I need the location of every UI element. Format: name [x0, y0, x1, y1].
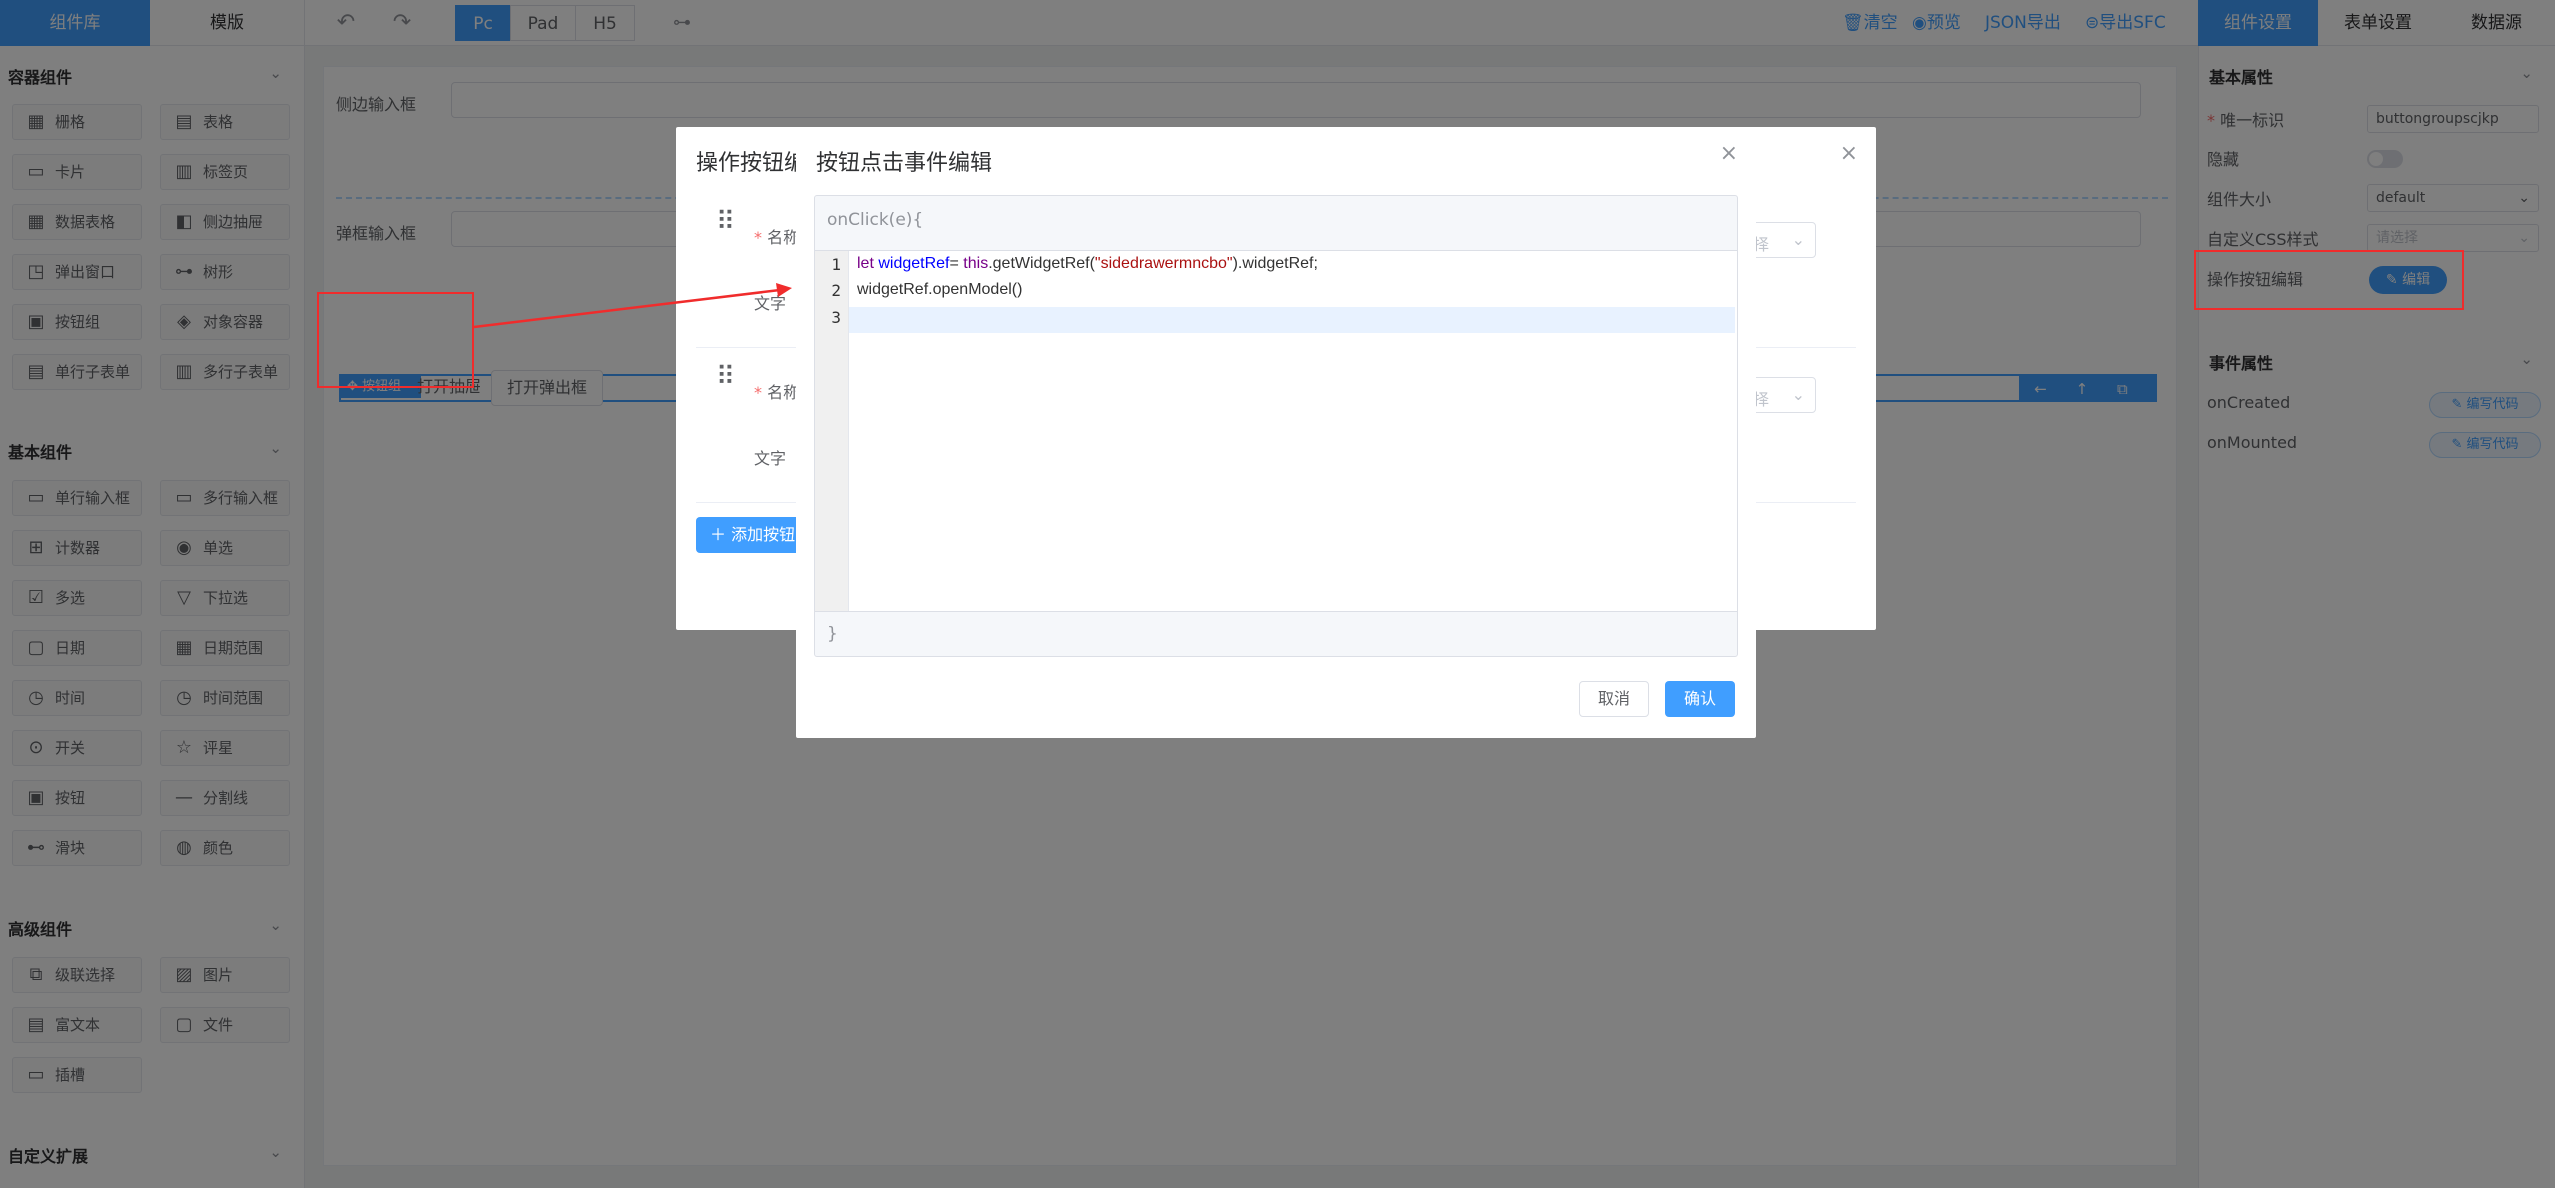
annotation-arrow: [473, 283, 792, 329]
form-designer-app: 组件库 模版 ↶ ↷ Pc Pad H5 ⊶ 🗑清空 ◉预览 JSON导出 ⊜导…: [0, 0, 2555, 1188]
